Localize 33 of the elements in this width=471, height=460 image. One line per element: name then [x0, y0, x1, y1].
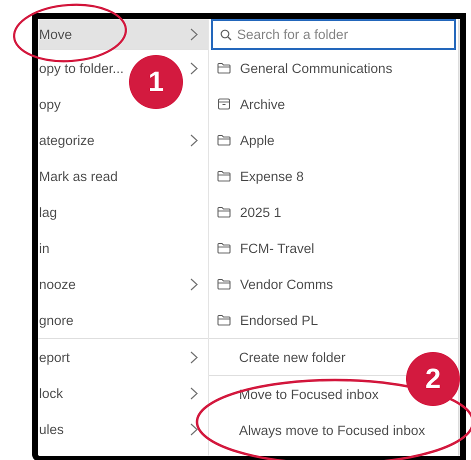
menu-item[interactable]: nooze [39, 276, 76, 292]
folder-item[interactable]: Expense 8 [240, 168, 304, 184]
folder-icon [217, 242, 231, 254]
menu-item[interactable]: in [39, 240, 50, 256]
folder-icon [217, 278, 231, 290]
folder-icon [217, 134, 231, 146]
menu-item[interactable]: lag [39, 204, 58, 220]
folder-item[interactable]: General Communications [240, 60, 392, 76]
archive-icon [217, 98, 231, 110]
menu-item[interactable]: Mark as read [39, 168, 118, 184]
menu-item[interactable]: Always move to Focused inbox [239, 422, 426, 438]
menu-item[interactable]: opy [39, 96, 61, 112]
folder-item[interactable]: Endorsed PL [240, 312, 318, 328]
folder-item[interactable]: Vendor Comms [240, 276, 334, 292]
search-icon [220, 29, 232, 41]
menu-item[interactable]: ategorize [39, 132, 95, 148]
folder-icon [217, 170, 231, 182]
folder-icon [217, 314, 231, 326]
folder-item[interactable]: 2025 1 [240, 204, 282, 220]
folder-icon [217, 62, 231, 74]
menu-item[interactable]: ules [39, 422, 64, 436]
menu-item[interactable]: Move [39, 27, 72, 42]
search-field[interactable]: Search for a folder [211, 19, 456, 50]
folder-item[interactable]: Archive [240, 96, 286, 112]
menu-item[interactable]: gnore [39, 312, 74, 328]
menu-item[interactable]: eport [39, 350, 70, 364]
menu-item-highlight[interactable]: Move [38, 19, 208, 50]
menu-item[interactable]: opy to folder... [39, 60, 124, 76]
menu-item[interactable]: Create new folder [239, 350, 346, 364]
folder-icon [217, 206, 231, 218]
folder-item[interactable]: FCM- Travel [240, 240, 314, 256]
folder-item[interactable]: Apple [240, 132, 275, 148]
menu-item[interactable]: lock [39, 386, 64, 400]
